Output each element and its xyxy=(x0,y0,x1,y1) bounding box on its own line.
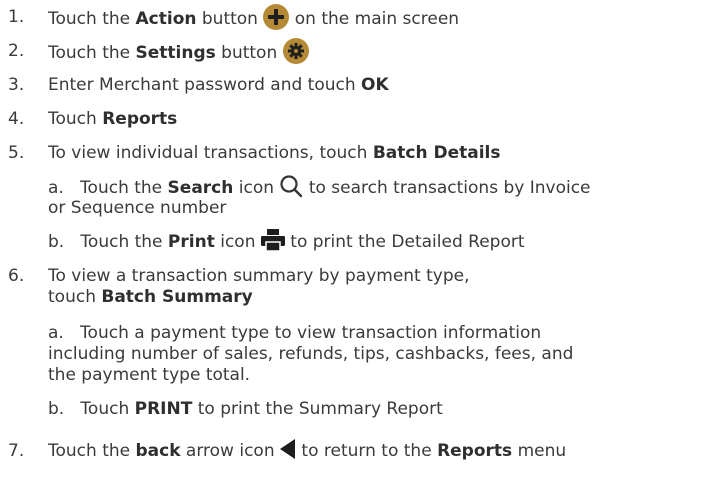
step-number: 5. xyxy=(8,143,25,163)
step-text: to search transactions by Invoice xyxy=(303,178,591,198)
batch-details-label: Batch Details xyxy=(372,143,501,163)
print-label: PRINT xyxy=(134,399,193,419)
step-number: 2. xyxy=(8,41,25,61)
instructions-document: 1. Touch the Action button on the main s… xyxy=(0,0,705,478)
reports-label: Reports xyxy=(437,441,513,461)
step-text: arrow icon xyxy=(180,441,281,461)
gear-circle-icon xyxy=(282,38,309,64)
step-text: to print the Summary Report xyxy=(192,399,443,419)
step-text: Touch the xyxy=(48,441,136,461)
step-number: 7. xyxy=(8,441,25,461)
step-text: Touch the xyxy=(80,232,168,252)
batch-summary-label: Batch Summary xyxy=(101,287,253,307)
step-text: button xyxy=(196,9,264,29)
step-text: icon xyxy=(214,232,261,252)
back-label: back xyxy=(135,441,181,461)
plus-circle-icon xyxy=(263,4,290,30)
step-text: the payment type total. xyxy=(48,365,251,385)
step-number: 4. xyxy=(8,109,25,129)
back-arrow-icon xyxy=(280,439,296,459)
printer-icon xyxy=(260,229,285,251)
settings-label: Settings xyxy=(135,43,216,63)
sub-letter: a. xyxy=(48,323,64,343)
search-label: Search xyxy=(167,178,234,198)
step-text: or Sequence number xyxy=(48,198,227,218)
step-text: on the main screen xyxy=(289,9,460,29)
sub-letter: b. xyxy=(48,232,65,252)
step-text: To view a transaction summary by payment… xyxy=(48,266,470,286)
step-text: button xyxy=(215,43,283,63)
step-text: Touch a payment type to view transaction… xyxy=(80,323,542,343)
step-text: to return to the xyxy=(296,441,438,461)
step-text: Enter Merchant password and touch xyxy=(48,75,362,95)
step-text: Touch the xyxy=(48,43,136,63)
step-text: icon xyxy=(233,178,280,198)
step-number: 1. xyxy=(8,7,25,27)
reports-label: Reports xyxy=(102,109,178,129)
step-text: including number of sales, refunds, tips… xyxy=(48,344,574,364)
search-icon xyxy=(280,175,303,198)
step-number: 6. xyxy=(8,266,25,286)
ok-label: OK xyxy=(361,75,389,95)
step-text: touch xyxy=(48,287,102,307)
step-text: Touch the xyxy=(80,178,168,198)
print-label: Print xyxy=(167,232,215,252)
step-text: Touch xyxy=(48,109,103,129)
sub-letter: a. xyxy=(48,178,64,198)
step-text: Touch xyxy=(80,399,135,419)
step-text: Touch the xyxy=(48,9,136,29)
action-label: Action xyxy=(135,9,197,29)
step-text: To view individual transactions, touch xyxy=(48,143,373,163)
sub-letter: b. xyxy=(48,399,65,419)
step-number: 3. xyxy=(8,75,25,95)
step-text: menu xyxy=(512,441,567,461)
step-text: to print the Detailed Report xyxy=(284,232,525,252)
